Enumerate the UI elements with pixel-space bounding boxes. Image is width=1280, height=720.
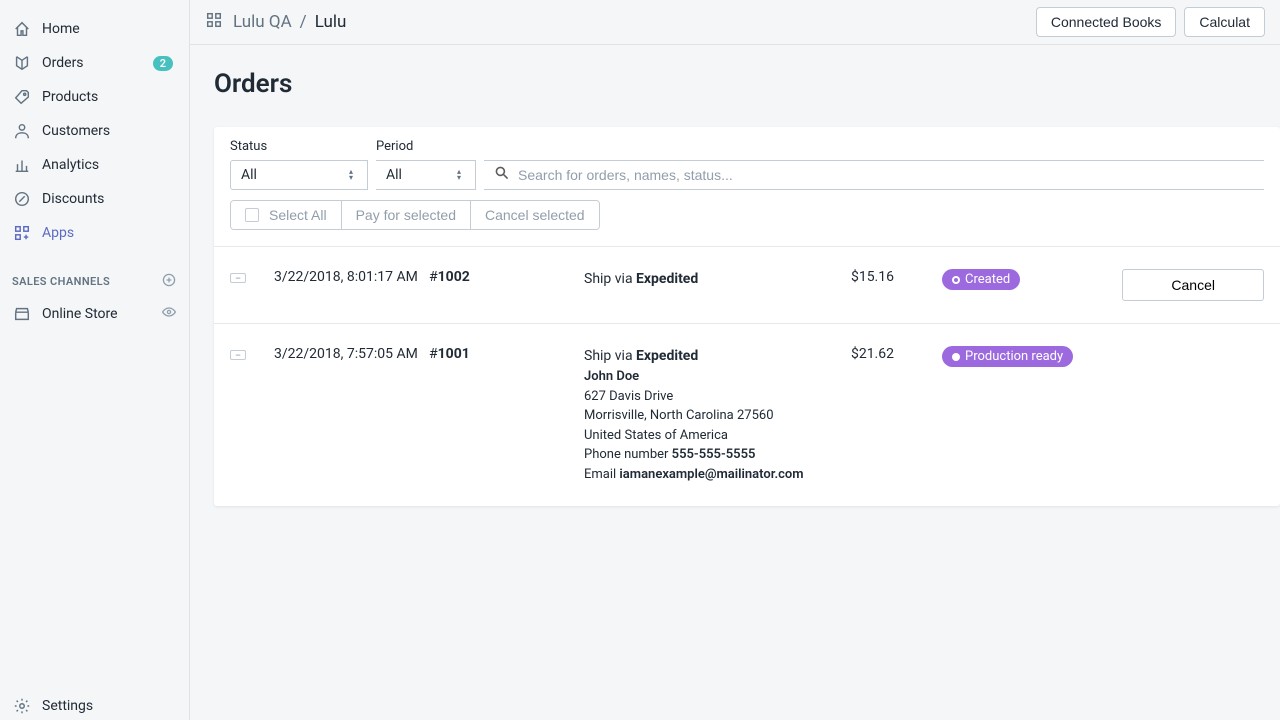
search-input[interactable] bbox=[518, 167, 1254, 183]
order-date: 3/22/2018, 8:01:17 AM bbox=[274, 269, 429, 285]
search-icon bbox=[494, 165, 510, 185]
nav-label: Analytics bbox=[42, 157, 99, 173]
period-select[interactable]: All ▴▾ bbox=[376, 160, 476, 190]
customer-name: John Doe bbox=[584, 369, 639, 384]
status-filter-label: Status bbox=[230, 139, 368, 154]
orders-icon bbox=[12, 53, 32, 73]
app-grid-icon[interactable] bbox=[205, 11, 223, 34]
order-number[interactable]: #1001 bbox=[429, 346, 584, 362]
status-dot-icon bbox=[952, 353, 960, 361]
breadcrumb-parent[interactable]: Lulu QA bbox=[233, 12, 292, 32]
customer-phone: 555-555-5555 bbox=[672, 447, 756, 462]
customer-email: iamanexample@mailinator.com bbox=[619, 467, 803, 482]
view-store-icon[interactable] bbox=[161, 304, 177, 324]
collapse-toggle[interactable]: − bbox=[230, 350, 246, 360]
nav-label: Products bbox=[42, 89, 98, 105]
search-field[interactable] bbox=[484, 160, 1264, 190]
nav-settings[interactable]: Settings bbox=[0, 686, 189, 720]
connected-books-button[interactable]: Connected Books bbox=[1036, 7, 1177, 37]
nav-label: Orders bbox=[42, 55, 84, 71]
apps-icon bbox=[12, 223, 32, 243]
breadcrumb-current: Lulu bbox=[315, 12, 347, 32]
orders-card: Status All ▴▾ Period All ▴▾ bbox=[214, 127, 1280, 506]
cancel-selected-button[interactable]: Cancel selected bbox=[471, 201, 599, 229]
calculator-button[interactable]: Calculat bbox=[1184, 7, 1265, 37]
nav-label: Home bbox=[42, 21, 80, 37]
nav-products[interactable]: Products bbox=[0, 80, 189, 114]
collapse-toggle[interactable]: − bbox=[230, 273, 246, 283]
main: Lulu QA / Lulu Connected Books Calculat … bbox=[190, 0, 1280, 720]
addr-line2: Morrisville, North Carolina 27560 bbox=[584, 408, 774, 423]
gear-icon bbox=[12, 696, 32, 716]
breadcrumb: Lulu QA / Lulu bbox=[205, 11, 346, 34]
status-badge: Created bbox=[942, 269, 1020, 290]
addr-country: United States of America bbox=[584, 428, 728, 443]
products-icon bbox=[12, 87, 32, 107]
cancel-order-button[interactable]: Cancel bbox=[1122, 269, 1264, 301]
nav-apps[interactable]: Apps bbox=[0, 216, 189, 250]
nav-label: Customers bbox=[42, 123, 110, 139]
nav-label: Apps bbox=[42, 225, 74, 241]
select-all-button[interactable]: Select All bbox=[231, 201, 342, 229]
chevron-updown-icon: ▴▾ bbox=[349, 168, 359, 182]
order-shipping: Ship via Expedited John Doe 627 Davis Dr… bbox=[584, 346, 814, 484]
sidebar: Home Orders 2 Products Customers Analyti… bbox=[0, 0, 190, 720]
order-date: 3/22/2018, 7:57:05 AM bbox=[274, 346, 429, 362]
store-icon bbox=[12, 304, 32, 324]
discounts-icon bbox=[12, 189, 32, 209]
pay-selected-button[interactable]: Pay for selected bbox=[342, 201, 471, 229]
nav-analytics[interactable]: Analytics bbox=[0, 148, 189, 182]
order-price: $21.62 bbox=[814, 346, 894, 362]
customers-icon bbox=[12, 121, 32, 141]
order-price: $15.16 bbox=[814, 269, 894, 285]
add-channel-icon[interactable] bbox=[161, 272, 177, 291]
order-number[interactable]: #1002 bbox=[429, 269, 584, 285]
nav-discounts[interactable]: Discounts bbox=[0, 182, 189, 216]
analytics-icon bbox=[12, 155, 32, 175]
page-title: Orders bbox=[214, 69, 1280, 99]
orders-badge: 2 bbox=[153, 56, 173, 71]
period-filter-label: Period bbox=[376, 139, 476, 154]
order-row: − 3/22/2018, 8:01:17 AM #1002 Ship via E… bbox=[214, 246, 1280, 323]
order-shipping: Ship via Expedited bbox=[584, 269, 814, 290]
checkbox-icon bbox=[245, 208, 259, 222]
nav-orders[interactable]: Orders 2 bbox=[0, 46, 189, 80]
order-row: − 3/22/2018, 7:57:05 AM #1001 Ship via E… bbox=[214, 323, 1280, 506]
nav-home[interactable]: Home bbox=[0, 12, 189, 46]
addr-line1: 627 Davis Drive bbox=[584, 389, 673, 404]
status-select[interactable]: All ▴▾ bbox=[230, 160, 368, 190]
home-icon bbox=[12, 19, 32, 39]
settings-label: Settings bbox=[42, 698, 93, 714]
bulk-actions: Select All Pay for selected Cancel selec… bbox=[230, 200, 600, 230]
sales-channels-header: SALES CHANNELS bbox=[0, 250, 189, 297]
status-badge: Production ready bbox=[942, 346, 1073, 367]
topbar: Lulu QA / Lulu Connected Books Calculat bbox=[190, 0, 1280, 45]
chevron-updown-icon: ▴▾ bbox=[457, 168, 467, 182]
online-store[interactable]: Online Store bbox=[0, 297, 189, 331]
nav-customers[interactable]: Customers bbox=[0, 114, 189, 148]
store-label: Online Store bbox=[42, 306, 118, 322]
nav-label: Discounts bbox=[42, 191, 104, 207]
status-dot-icon bbox=[952, 276, 960, 284]
